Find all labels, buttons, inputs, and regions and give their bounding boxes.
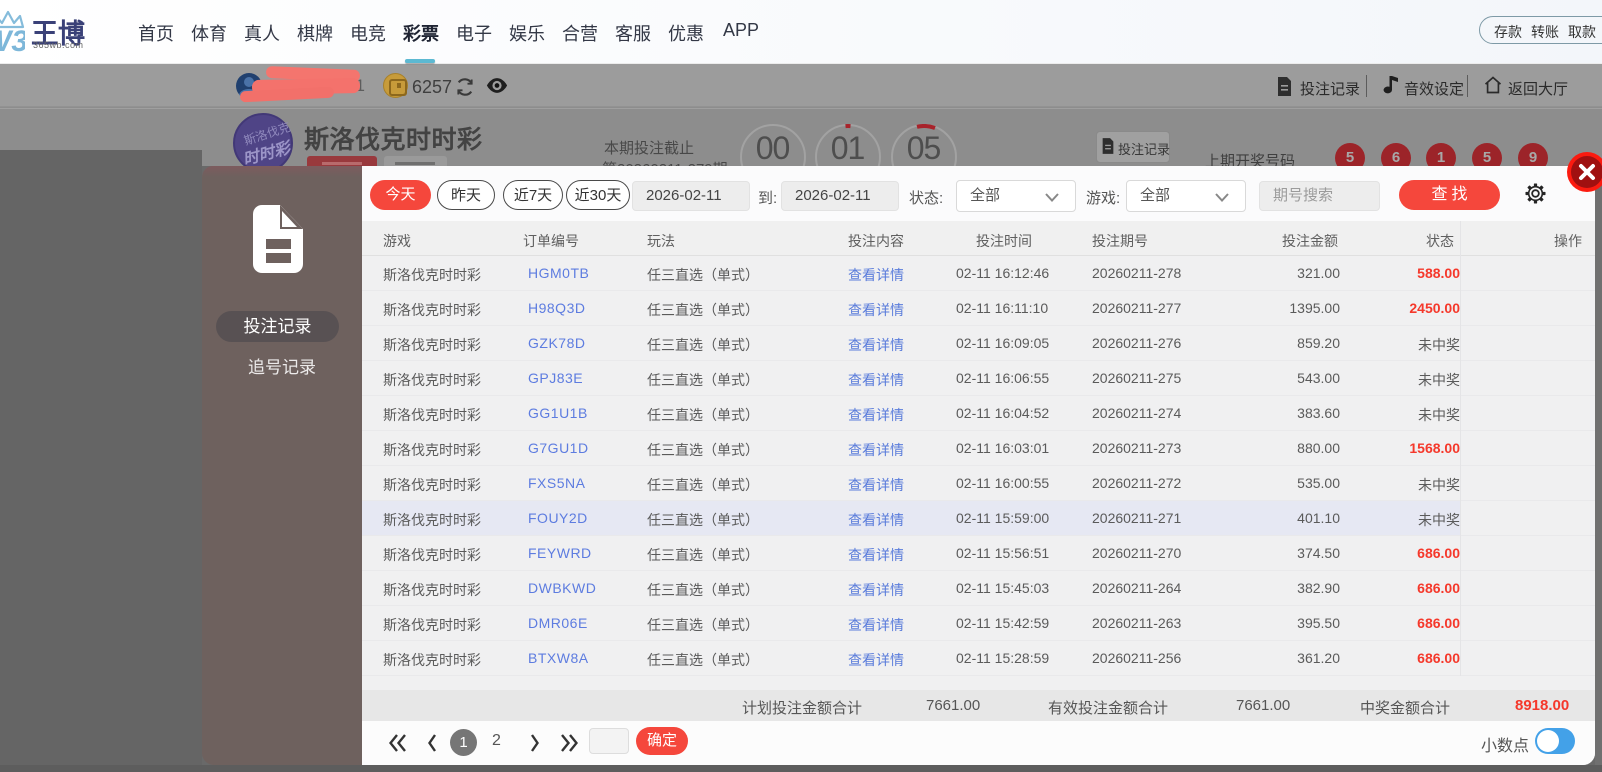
svg-text:W3: W3 [0, 25, 25, 55]
